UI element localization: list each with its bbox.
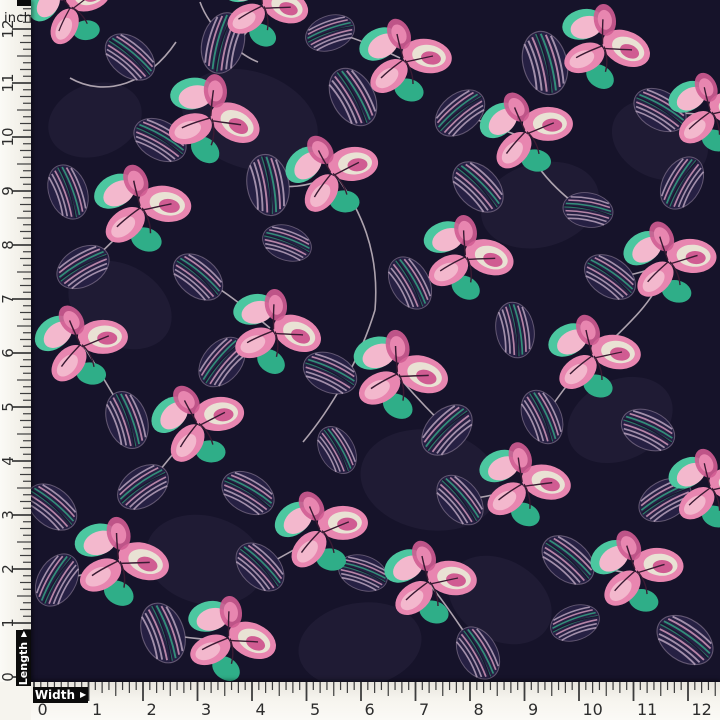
fabric-product-photo: 0123456789101112 0123456789101112 inch W… (0, 0, 720, 720)
svg-text:9: 9 (0, 186, 17, 196)
svg-text:2: 2 (0, 564, 17, 574)
svg-text:11: 11 (0, 73, 17, 92)
svg-text:5: 5 (0, 402, 17, 412)
svg-text:10: 10 (583, 700, 603, 719)
width-ruler-numbers: 0123456789101112 (38, 700, 712, 719)
width-ruler-ticks: 0123456789101112 (31, 682, 720, 720)
svg-text:8: 8 (474, 700, 484, 719)
svg-text:7: 7 (419, 700, 429, 719)
svg-text:12: 12 (692, 700, 712, 719)
svg-text:4: 4 (256, 700, 266, 719)
svg-text:2: 2 (147, 700, 157, 719)
svg-text:6: 6 (0, 348, 17, 358)
unit-label: inch (4, 11, 32, 26)
width-label-box: Width ▶ (33, 687, 88, 703)
svg-text:11: 11 (637, 700, 657, 719)
svg-text:3: 3 (201, 700, 211, 719)
length-ruler: 0123456789101112 (0, 0, 31, 720)
length-ruler-ticks: 0123456789101112 (0, 0, 31, 720)
length-ruler-end-cap (17, 0, 31, 6)
svg-text:10: 10 (0, 127, 17, 146)
svg-text:6: 6 (365, 700, 375, 719)
svg-text:3: 3 (0, 510, 17, 520)
length-ruler-numbers: 0123456789101112 (0, 19, 17, 681)
svg-text:4: 4 (0, 456, 17, 466)
arrow-right-icon: ▶ (80, 691, 86, 699)
svg-text:8: 8 (0, 240, 17, 250)
svg-text:5: 5 (310, 700, 320, 719)
length-label-box: Length ▶ (16, 630, 31, 686)
svg-text:7: 7 (0, 294, 17, 304)
ruler-corner (0, 682, 31, 720)
tick-marks (12, 2, 31, 677)
svg-text:1: 1 (0, 618, 17, 628)
width-ruler: 0123456789101112 (31, 682, 720, 720)
svg-text:1: 1 (92, 700, 102, 719)
arrow-up-icon: ▶ (20, 631, 28, 637)
svg-text:9: 9 (528, 700, 538, 719)
length-label: Length (17, 642, 30, 685)
svg-text:0: 0 (0, 672, 17, 682)
tick-marks (34, 682, 715, 701)
width-label: Width (35, 688, 75, 702)
fabric-print (0, 0, 720, 720)
